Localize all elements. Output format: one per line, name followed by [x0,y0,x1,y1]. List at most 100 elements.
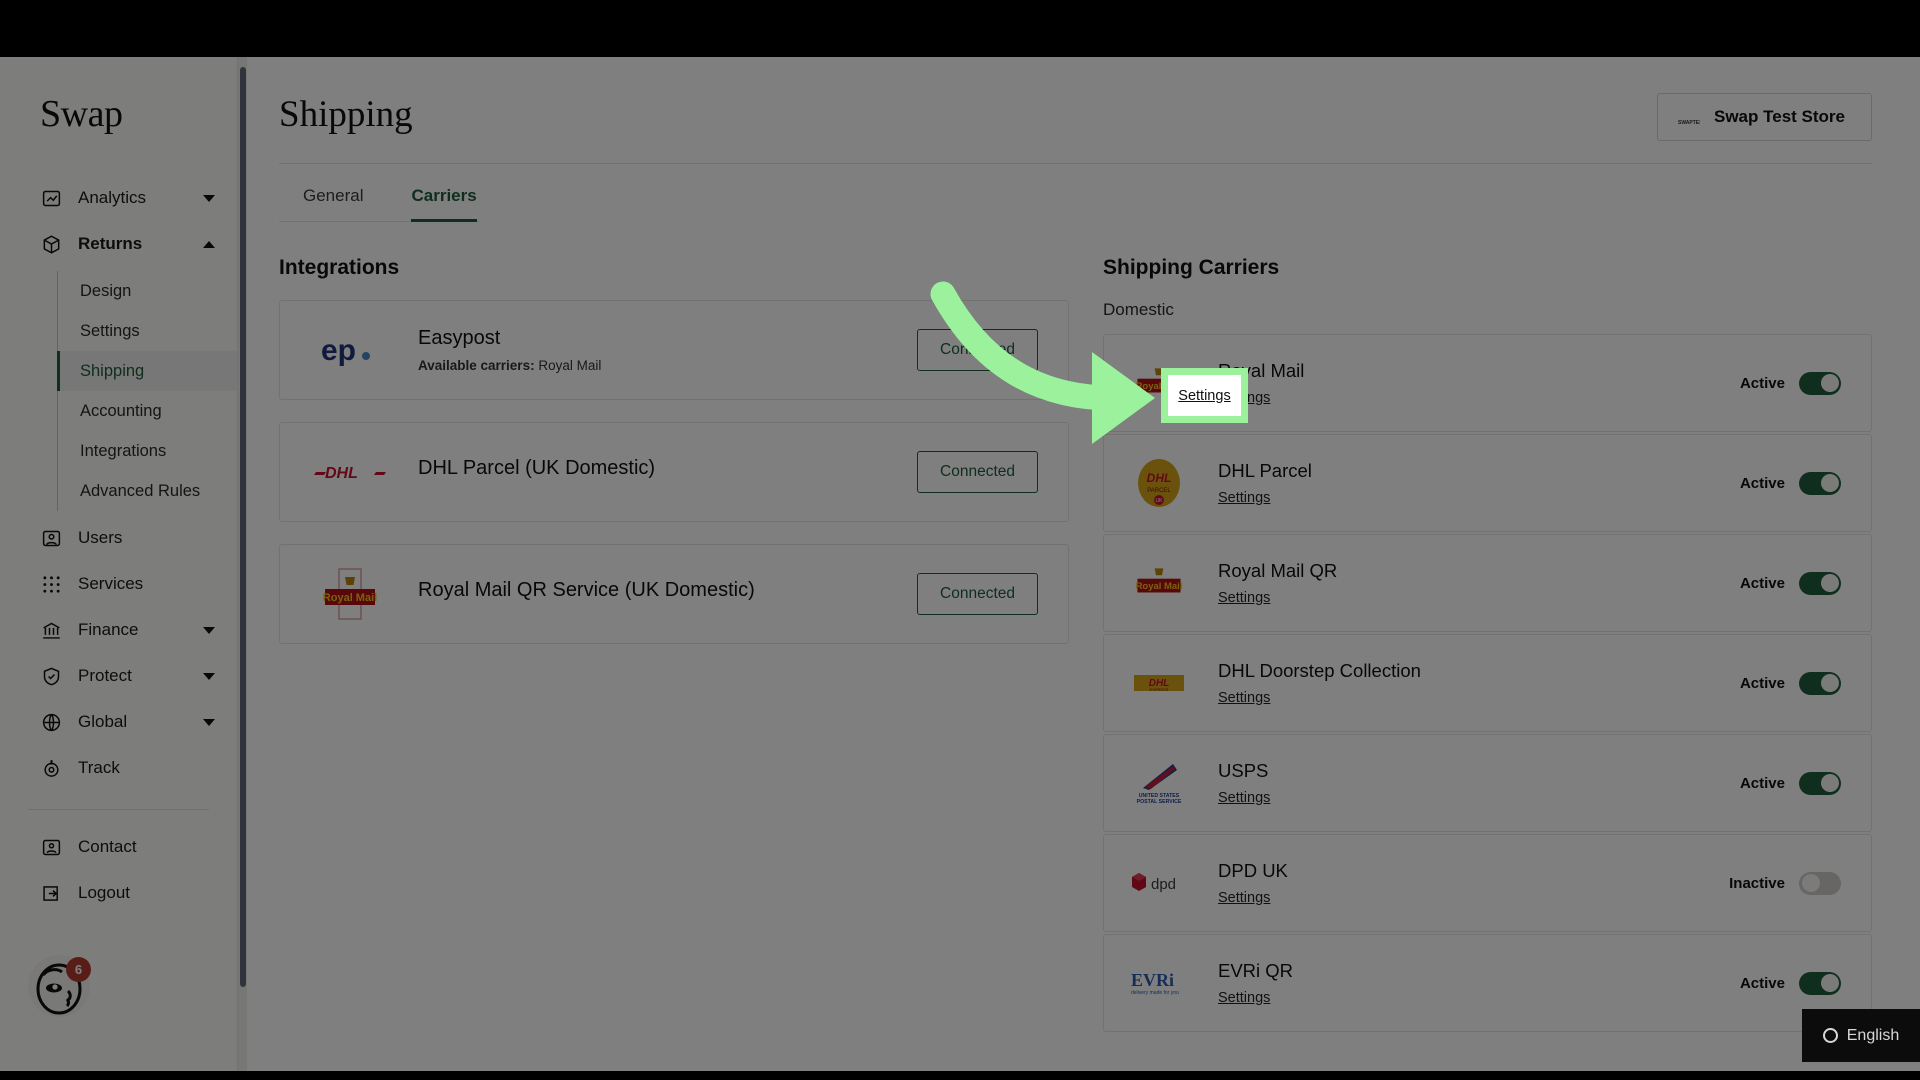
integration-meta-label: Available carriers: [418,358,535,373]
carrier-settings-link[interactable]: Settings [1218,890,1270,906]
carrier-name: DHL Doorstep Collection [1218,659,1421,681]
sidebar-item-protect[interactable]: Protect [0,653,237,699]
carrier-row: dpd DPD UK Settings Inactive [1103,834,1872,932]
evri-logo-icon: EVRi delivery made for you [1118,968,1200,998]
carrier-name: USPS [1218,759,1269,781]
carrier-status: Active [1739,971,1841,995]
carrier-row-body: USPS Settings [1218,760,1740,807]
application-window: Swap Analytics Returns Design Settings S… [0,57,1920,1071]
usps-logo-icon: UNITED STATES POSTAL SERVICE [1118,760,1200,806]
integrations-title: Integrations [279,256,400,279]
analytics-chart-icon [40,187,62,209]
sidebar-item-label: Services [78,574,144,593]
shipping-carriers-panel: Shipping Carriers Domestic Royal Mail Ro… [1103,256,1872,1034]
shield-check-icon [40,665,62,687]
sidebar-item-shipping[interactable]: Shipping [57,351,237,391]
carrier-settings-link[interactable]: Settings [1218,790,1270,806]
screen-root: Swap Analytics Returns Design Settings S… [0,0,1920,1080]
carrier-toggle[interactable] [1799,571,1841,595]
sidebar-item-users[interactable]: Users [0,515,237,561]
connected-button[interactable]: Connected [917,573,1038,615]
connected-button[interactable]: Connected [917,329,1038,371]
carrier-status: Active [1740,471,1841,495]
tab-carriers[interactable]: Carriers [411,164,477,222]
chevron-down-icon[interactable] [203,626,215,634]
royal-mail-logo-icon: Royal Mail [1118,358,1200,408]
sidebar-nav: Analytics Returns Design Settings Shippi… [0,175,237,791]
sidebar-subitem-label: Integrations [80,441,167,460]
store-switcher-button[interactable]: SWAPTEST Swap Test Store [1657,93,1872,141]
store-switcher-label: Swap Test Store [1714,107,1845,126]
carrier-toggle[interactable] [1799,771,1841,795]
carrier-settings-link[interactable]: Settings [1218,590,1270,606]
svg-text:EVRi: EVRi [1131,970,1174,990]
carrier-toggle[interactable] [1799,671,1841,695]
chevron-down-icon[interactable] [203,672,215,680]
carrier-settings-link[interactable]: Settings [1218,390,1270,406]
language-ring-icon [1822,1028,1838,1043]
integration-name: Easypost [418,327,501,349]
carrier-settings-link[interactable]: Settings [1218,690,1270,706]
carrier-name: Royal Mail [1218,359,1305,381]
carrier-row: DHL EXPRESS DHL Doorstep Collection Sett… [1103,634,1872,732]
carrier-status: Active [1740,671,1841,695]
sidebar-item-integrations[interactable]: Integrations [58,431,237,471]
letterbox-bottom [0,1071,1920,1080]
carrier-toggle[interactable] [1799,471,1841,495]
page-scrollbar-thumb[interactable] [239,67,246,987]
carrier-status-label: Inactive [1729,874,1785,892]
tab-bar: General Carriers [279,164,479,222]
sidebar-divider [28,809,209,810]
grid-dots-icon [40,573,62,595]
sidebar-item-logout[interactable]: Logout [0,870,237,916]
carrier-status-label: Active [1739,974,1785,992]
carrier-row-body: DHL Parcel Settings [1218,460,1740,507]
carrier-status-label: Active [1739,574,1785,592]
sidebar-item-accounting[interactable]: Accounting [58,391,237,431]
sidebar-item-label: Users [78,528,123,547]
carrier-row-body: DHL Doorstep Collection Settings [1218,660,1740,707]
sidebar-item-analytics[interactable]: Analytics [0,175,237,221]
two-column-layout: Integrations ep Easypost Available carri… [270,256,1872,1034]
chevron-down-icon[interactable] [203,194,215,202]
carrier-status: Inactive [1729,871,1841,895]
carrier-row: EVRi delivery made for you EVRi QR Setti… [1103,934,1872,1032]
sidebar-item-services[interactable]: Services [0,561,237,607]
sidebar-item-settings[interactable]: Settings [58,311,237,351]
sidebar-item-advanced-rules[interactable]: Advanced Rules [58,471,237,511]
bank-icon [40,619,62,641]
dhl-yellow-logo-icon: DHL PARCEL UK [1118,458,1200,508]
page-title: Shipping [279,94,413,135]
sidebar-item-finance[interactable]: Finance [0,607,237,653]
carriers-group-label: Domestic [1103,300,1174,319]
connected-button[interactable]: Connected [917,451,1038,493]
sidebar: Swap Analytics Returns Design Settings S… [0,57,238,1071]
carrier-row-body: DPD UK Settings [1218,860,1729,907]
carrier-row-body: Royal Mail Settings [1218,360,1740,407]
carrier-settings-link[interactable]: Settings [1218,990,1270,1006]
language-label: English [1846,1026,1900,1044]
sidebar-item-design[interactable]: Design [58,271,237,311]
svg-text:EXPRESS: EXPRESS [1150,687,1169,692]
carrier-toggle[interactable] [1799,871,1841,895]
integration-card: DHL DHL Parcel (UK Domestic) Connected [279,422,1069,522]
sidebar-item-global[interactable]: Global [0,699,237,745]
sidebar-item-contact[interactable]: Contact [0,824,237,870]
sidebar-item-track[interactable]: Track [0,745,237,791]
language-widget[interactable]: English [1802,1009,1920,1062]
svg-text:dpd: dpd [1151,876,1176,893]
chevron-down-icon[interactable] [203,718,215,726]
sidebar-item-label: Finance [78,620,139,639]
sidebar-item-label: Analytics [78,188,147,207]
integration-meta: Available carriers: Royal Mail [418,358,917,373]
header-divider [279,163,1872,164]
integration-name: Royal Mail QR Service (UK Domestic) [418,578,755,601]
sidebar-item-returns[interactable]: Returns [0,221,237,267]
carrier-toggle[interactable] [1799,371,1841,395]
carrier-settings-link[interactable]: Settings [1218,490,1270,506]
chevron-up-icon[interactable] [203,240,215,248]
carrier-toggle[interactable] [1799,971,1841,995]
sidebar-subnav-returns: Design Settings Shipping Accounting Inte… [57,271,237,511]
integrations-panel: Integrations ep Easypost Available carri… [279,256,1069,1034]
tab-general[interactable]: General [303,164,363,222]
